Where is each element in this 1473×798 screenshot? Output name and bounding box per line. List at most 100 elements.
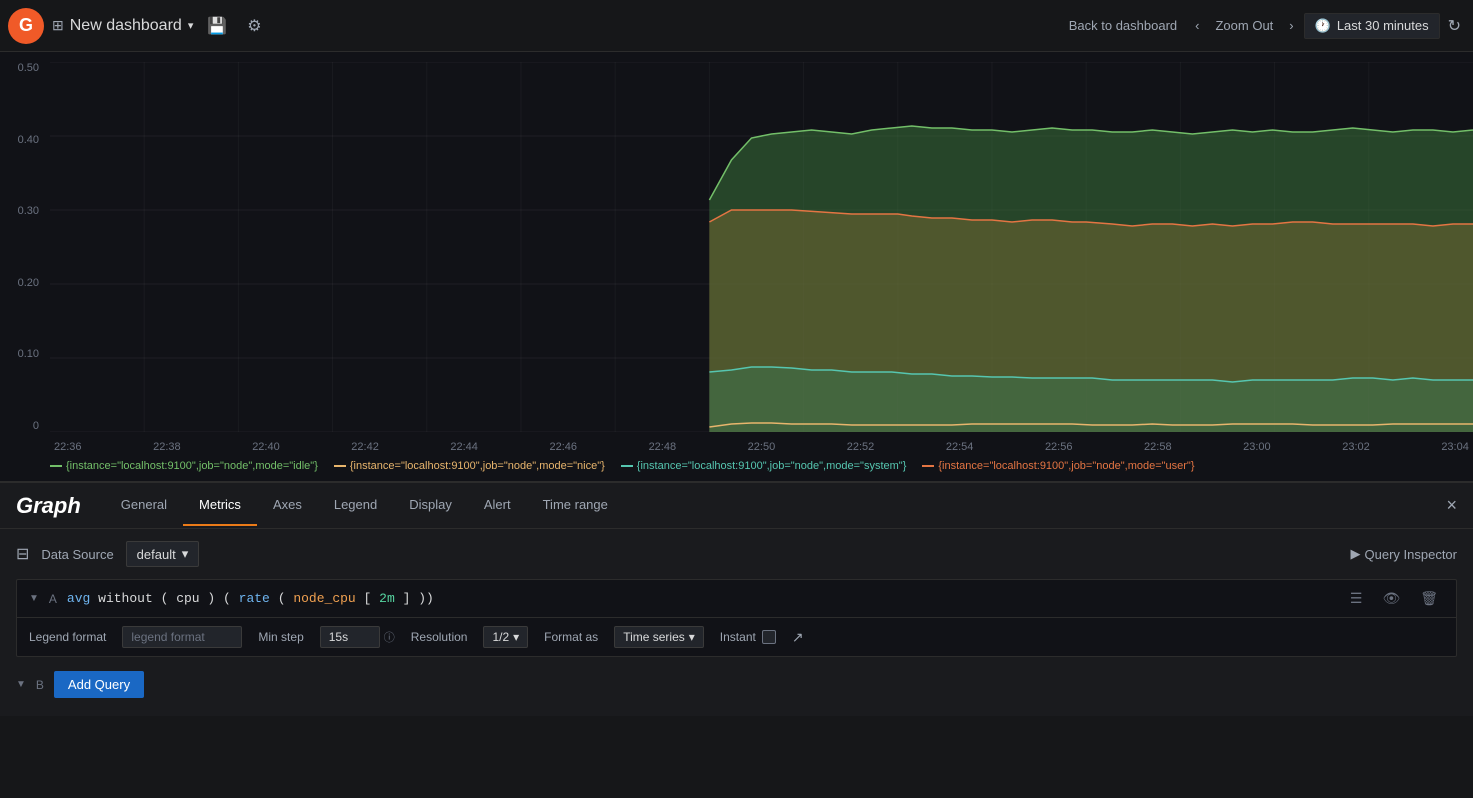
y-axis: 0.50 0.40 0.30 0.20 0.10 0 bbox=[0, 62, 45, 432]
external-link-icon[interactable]: ↗ bbox=[792, 629, 804, 646]
expr-avg: avg bbox=[67, 591, 90, 606]
query-a-options-row: Legend format Min step ⓘ Resolution 1/2 … bbox=[17, 617, 1456, 656]
expr-bracket-close: ] bbox=[403, 591, 411, 606]
legend-nice: {instance="localhost:9100",job="node",mo… bbox=[334, 460, 605, 472]
query-a-eye-button[interactable]: 👁 bbox=[1376, 588, 1406, 609]
dashboard-title-btn[interactable]: ⊞ New dashboard ▾ bbox=[52, 17, 193, 35]
expr-node-cpu: node_cpu bbox=[293, 591, 355, 606]
tab-axes[interactable]: Axes bbox=[257, 485, 318, 526]
query-row-a: ▼ A avg without ( cpu ) ( rate ( node_cp… bbox=[16, 579, 1457, 657]
query-b-letter: B bbox=[36, 678, 44, 692]
legend-format-label: Legend format bbox=[29, 630, 106, 644]
tab-time-range[interactable]: Time range bbox=[527, 485, 624, 526]
query-a-expression[interactable]: avg without ( cpu ) ( rate ( node_cpu [ … bbox=[67, 591, 1334, 606]
datasource-label: Data Source bbox=[41, 547, 113, 562]
query-section: ⊟ Data Source default ▾ ▶ Query Inspecto… bbox=[0, 529, 1473, 716]
datasource-value: default bbox=[137, 547, 176, 562]
expr-close-all: )) bbox=[418, 591, 434, 606]
save-button[interactable]: 💾 bbox=[201, 10, 233, 42]
datasource-row: ⊟ Data Source default ▾ ▶ Query Inspecto… bbox=[16, 541, 1457, 567]
expr-paren-open: ( bbox=[161, 591, 169, 606]
query-inspector-label: Query Inspector bbox=[1365, 547, 1458, 562]
min-step-info-icon: ⓘ bbox=[384, 629, 395, 645]
query-a-delete-button[interactable]: 🗑 bbox=[1414, 588, 1444, 609]
query-a-collapse-button[interactable]: ▼ bbox=[29, 593, 39, 604]
expr-cpu: cpu bbox=[176, 591, 199, 606]
datasource-icon: ⊟ bbox=[16, 544, 29, 564]
tab-general[interactable]: General bbox=[105, 485, 183, 526]
resolution-value: 1/2 bbox=[492, 630, 509, 644]
min-step-input[interactable] bbox=[320, 626, 380, 648]
query-row-b: ▼ B Add Query bbox=[16, 665, 1457, 704]
legend-idle: {instance="localhost:9100",job="node",mo… bbox=[50, 460, 318, 472]
legend-system-color bbox=[621, 465, 633, 467]
tab-display[interactable]: Display bbox=[393, 485, 468, 526]
topnav-right: Back to dashboard ‹ Zoom Out › 🕐 Last 30… bbox=[1069, 12, 1465, 40]
legend-user: {instance="localhost:9100",job="node",mo… bbox=[922, 460, 1194, 472]
top-navbar: G ⊞ New dashboard ▾ 💾 ⚙ Back to dashboar… bbox=[0, 0, 1473, 52]
query-inspector-button[interactable]: ▶ Query Inspector bbox=[1351, 546, 1458, 562]
query-a-actions: ☰ 👁 🗑 bbox=[1344, 588, 1444, 609]
format-as-label: Format as bbox=[544, 630, 598, 644]
instant-checkbox[interactable] bbox=[762, 630, 776, 644]
format-as-value: Time series bbox=[623, 630, 685, 644]
y-label-0_20: 0.20 bbox=[18, 277, 39, 289]
legend-idle-color bbox=[50, 465, 62, 467]
panel-editor-header: Graph General Metrics Axes Legend Displa… bbox=[0, 483, 1473, 529]
instant-label: Instant bbox=[720, 630, 756, 644]
grafana-logo[interactable]: G bbox=[8, 8, 44, 44]
expr-paren-node-open: ( bbox=[278, 591, 286, 606]
query-row-a-header: ▼ A avg without ( cpu ) ( rate ( node_cp… bbox=[17, 580, 1456, 617]
legend-nice-color bbox=[334, 465, 346, 467]
expr-rate: rate bbox=[239, 591, 270, 606]
time-controls: ‹ Zoom Out › 🕐 Last 30 minutes ↻ bbox=[1189, 12, 1465, 40]
format-as-select[interactable]: Time series ▾ bbox=[614, 626, 704, 648]
y-label-0: 0 bbox=[33, 420, 39, 432]
clock-icon: 🕐 bbox=[1315, 18, 1331, 34]
query-a-options-button[interactable]: ☰ bbox=[1344, 588, 1369, 609]
time-range-label: Last 30 minutes bbox=[1337, 18, 1429, 33]
query-b-collapse-button[interactable]: ▼ bbox=[16, 679, 26, 690]
expr-bracket-open: [ bbox=[364, 591, 372, 606]
dropdown-chevron-icon: ▾ bbox=[188, 19, 194, 32]
chart-svg bbox=[50, 62, 1473, 432]
format-as-chevron-icon: ▾ bbox=[689, 630, 695, 644]
y-label-0_40: 0.40 bbox=[18, 134, 39, 146]
tab-legend[interactable]: Legend bbox=[318, 485, 393, 526]
time-range-button[interactable]: 🕐 Last 30 minutes bbox=[1304, 13, 1440, 39]
add-query-button[interactable]: Add Query bbox=[54, 671, 144, 698]
resolution-chevron-icon: ▾ bbox=[513, 630, 519, 644]
legend-system: {instance="localhost:9100",job="node",mo… bbox=[621, 460, 907, 472]
expr-without: without bbox=[98, 591, 153, 606]
panel-title: Graph bbox=[16, 493, 81, 519]
legend-idle-label: {instance="localhost:9100",job="node",mo… bbox=[66, 460, 318, 472]
query-a-letter: A bbox=[49, 592, 57, 606]
expr-paren-rate-open: ( bbox=[223, 591, 231, 606]
zoom-out-button[interactable]: Zoom Out bbox=[1209, 14, 1279, 37]
query-inspector-arrow-icon: ▶ bbox=[1351, 546, 1361, 562]
instant-checkbox-group: Instant bbox=[720, 630, 776, 644]
legend-format-input[interactable] bbox=[122, 626, 242, 648]
chart-legend: {instance="localhost:9100",job="node",mo… bbox=[0, 451, 1473, 481]
settings-button[interactable]: ⚙ bbox=[241, 10, 267, 42]
y-label-0_50: 0.50 bbox=[18, 62, 39, 74]
panel-editor: Graph General Metrics Axes Legend Displa… bbox=[0, 482, 1473, 716]
refresh-button[interactable]: ↻ bbox=[1444, 12, 1465, 40]
zoom-out-prev-button[interactable]: ‹ bbox=[1189, 14, 1205, 37]
y-label-0_30: 0.30 bbox=[18, 205, 39, 217]
expr-2m: 2m bbox=[379, 591, 395, 606]
back-to-dashboard-button[interactable]: Back to dashboard bbox=[1069, 18, 1177, 33]
datasource-select[interactable]: default ▾ bbox=[126, 541, 200, 567]
tab-alert[interactable]: Alert bbox=[468, 485, 527, 526]
topnav-left: G ⊞ New dashboard ▾ 💾 ⚙ bbox=[8, 8, 268, 44]
zoom-out-next-button[interactable]: › bbox=[1283, 14, 1299, 37]
datasource-dropdown-icon: ▾ bbox=[182, 546, 189, 562]
expr-paren-close: ) bbox=[207, 591, 215, 606]
resolution-label: Resolution bbox=[411, 630, 468, 644]
min-step-label: Min step bbox=[258, 630, 303, 644]
legend-user-label: {instance="localhost:9100",job="node",mo… bbox=[938, 460, 1194, 472]
close-panel-editor-button[interactable]: × bbox=[1446, 495, 1457, 516]
resolution-select[interactable]: 1/2 ▾ bbox=[483, 626, 528, 648]
dashboard-title: New dashboard bbox=[70, 17, 182, 35]
tab-metrics[interactable]: Metrics bbox=[183, 485, 257, 526]
